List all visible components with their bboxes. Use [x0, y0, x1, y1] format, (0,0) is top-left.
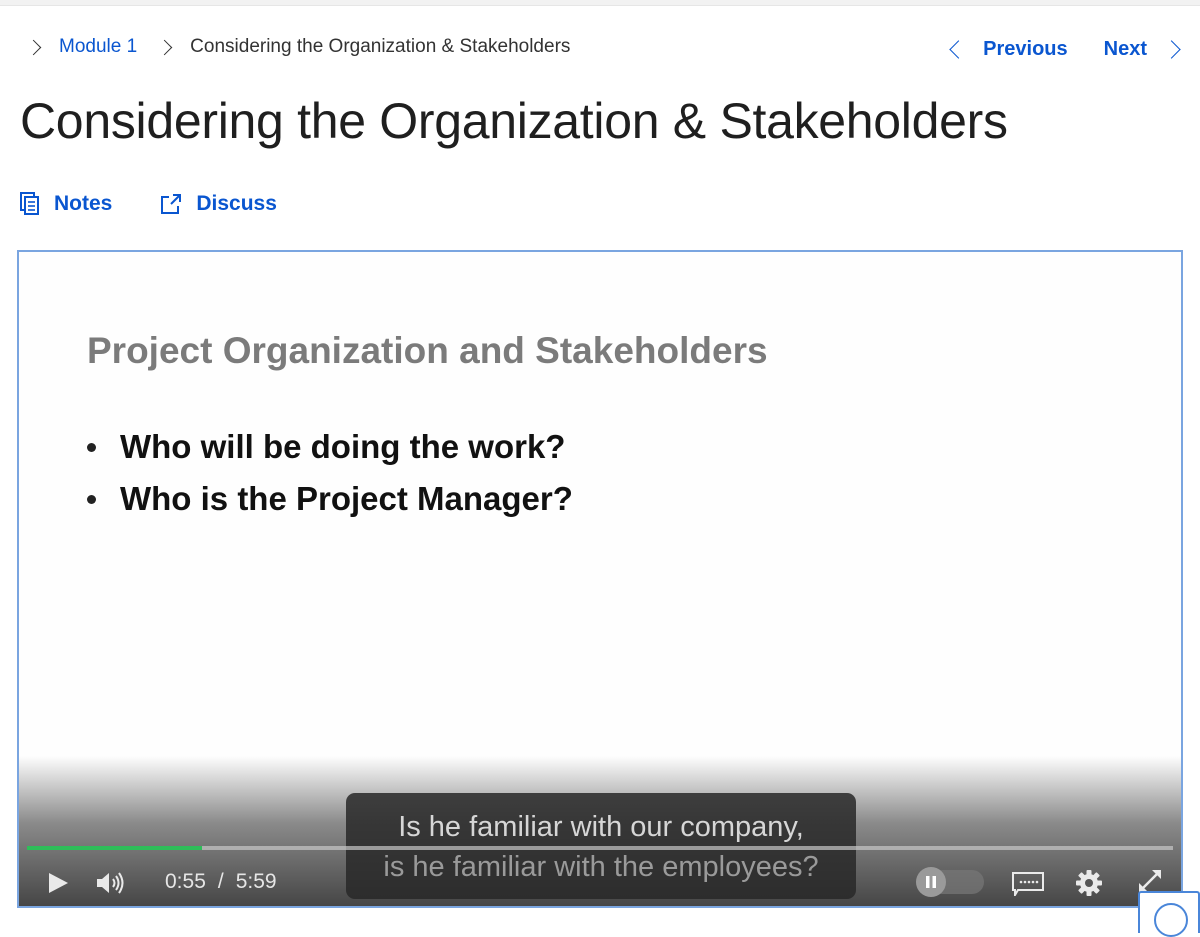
- video-player[interactable]: Project Organization and Stakeholders Wh…: [17, 250, 1183, 908]
- notes-button[interactable]: Notes: [20, 192, 112, 216]
- previous-button[interactable]: Previous: [949, 38, 1068, 61]
- chevron-left-icon: [949, 40, 968, 59]
- slide-bullet: Who is the Project Manager?: [87, 480, 573, 518]
- discuss-label: Discuss: [196, 192, 277, 215]
- top-divider: [0, 0, 1200, 6]
- breadcrumb-module-link[interactable]: Module 1: [59, 36, 137, 58]
- bullet-text: Who is the Project Manager?: [120, 480, 573, 517]
- time-display: 0:55 / 5:59: [165, 870, 277, 894]
- bullet-dot: [87, 494, 96, 504]
- play-button[interactable]: [47, 872, 69, 899]
- chevron-right-icon: [1162, 40, 1181, 59]
- next-button[interactable]: Next: [1103, 38, 1181, 61]
- lesson-navigation: Previous Next: [949, 38, 1181, 61]
- progress-bar[interactable]: [27, 846, 1173, 850]
- breadcrumb-current: Considering the Organization & Stakehold…: [190, 36, 571, 57]
- slide-title: Project Organization and Stakeholders: [87, 330, 768, 371]
- pause-icon: [926, 876, 936, 888]
- progress-played: [27, 846, 203, 850]
- page-title: Considering the Organization & Stakehold…: [20, 93, 1008, 149]
- help-icon: [1154, 903, 1188, 937]
- chevron-right-icon: [156, 39, 173, 55]
- next-label: Next: [1103, 38, 1147, 60]
- volume-icon: [97, 872, 124, 894]
- discuss-button[interactable]: Discuss: [160, 192, 277, 216]
- notes-icon: [20, 192, 39, 215]
- volume-button[interactable]: [96, 870, 128, 901]
- notes-label: Notes: [54, 192, 113, 215]
- captions-button[interactable]: [1012, 872, 1044, 901]
- settings-gear-icon: [1076, 870, 1102, 896]
- caption-line-1: Is he familiar with our company,: [398, 811, 804, 843]
- bullet-text: Who will be doing the work?: [120, 428, 566, 465]
- chevron-right-icon: [25, 39, 42, 55]
- control-bar: 0:55 / 5:59: [19, 858, 1181, 906]
- captions-icon: [1012, 872, 1044, 899]
- settings-button[interactable]: [1075, 869, 1103, 902]
- previous-label: Previous: [983, 38, 1068, 60]
- external-link-icon: [161, 194, 182, 214]
- slide-bullets: Who will be doing the work? Who is the P…: [87, 428, 573, 532]
- duration: 5:59: [235, 870, 277, 893]
- help-button[interactable]: [1138, 891, 1200, 937]
- current-time: 0:55: [165, 870, 206, 893]
- bullet-dot: [87, 442, 96, 452]
- pause-toggle[interactable]: [916, 867, 984, 897]
- action-links: Notes Discuss: [20, 192, 325, 216]
- slide-bullet: Who will be doing the work?: [87, 428, 573, 466]
- time-separator: /: [217, 870, 224, 893]
- breadcrumb: Module 1 Considering the Organization & …: [25, 36, 571, 58]
- play-icon: [49, 873, 68, 893]
- toggle-knob: [916, 867, 946, 897]
